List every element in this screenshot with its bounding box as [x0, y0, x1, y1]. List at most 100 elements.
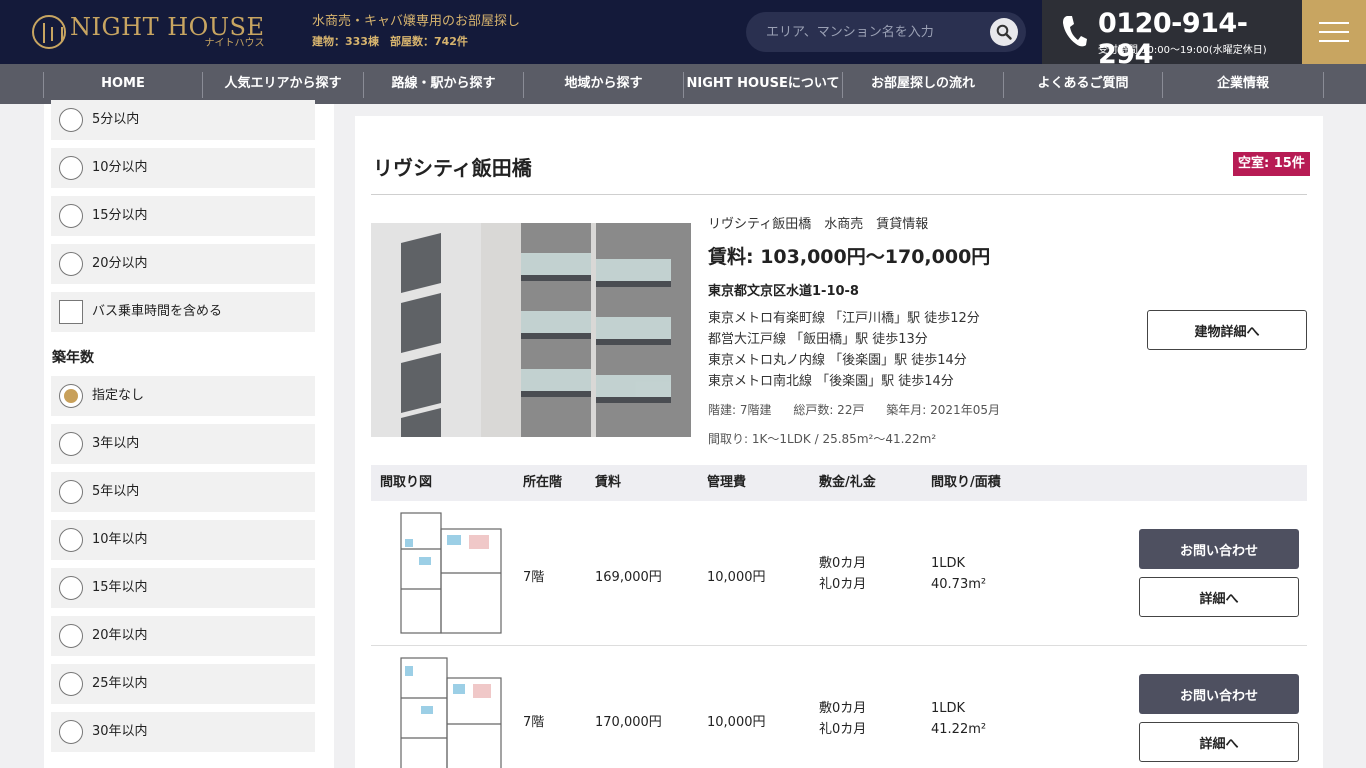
radio-button[interactable]: [59, 720, 83, 744]
radio-button[interactable]: [59, 576, 83, 600]
age-option-20y[interactable]: 20年以内: [51, 616, 315, 656]
phone-contact[interactable]: 0120-914-294 受付時間 10:00～19:00(水曜定休日): [1042, 0, 1302, 70]
tagline: 水商売・キャバ嬢専用のお部屋探し 建物：333棟 部屋数：742件: [312, 13, 520, 50]
key-money: 礼0カ月: [819, 722, 867, 737]
room-floor: 7階: [523, 570, 545, 585]
option-label: 25年以内: [92, 676, 148, 691]
table-row: 7階 169,000円 10,000円 敷0カ月 礼0カ月 1LDK 40.73…: [371, 501, 1307, 646]
building-address: 東京都文京区水道1-10-8: [708, 284, 859, 299]
option-label: 3年以内: [92, 436, 140, 451]
radio-button[interactable]: [59, 156, 83, 180]
nav-lines-stations[interactable]: 路線・駅から探す: [364, 64, 523, 104]
age-option-10y[interactable]: 10年以内: [51, 520, 315, 560]
building-subtitle: リヴシティ飯田橋 水商売 賃貸情報: [708, 217, 929, 232]
inquiry-button[interactable]: お問い合わせ: [1139, 529, 1299, 569]
site-header: NIGHT HOUSE ナイトハウス 水商売・キャバ嬢専用のお部屋探し 建物：3…: [0, 0, 1366, 70]
menu-line-icon: [1319, 22, 1349, 24]
option-label: 30年以内: [92, 724, 148, 739]
age-option-30y[interactable]: 30年以内: [51, 712, 315, 752]
building-name[interactable]: リヴシティ飯田橋: [373, 152, 532, 181]
col-floor: 所在階: [523, 475, 563, 490]
room-detail-button[interactable]: 詳細へ: [1139, 577, 1299, 617]
inquiry-button[interactable]: お問い合わせ: [1139, 674, 1299, 714]
walk-option-20min[interactable]: 20分以内: [51, 244, 315, 284]
logo-mark-icon: [32, 15, 66, 49]
age-option-any[interactable]: 指定なし: [51, 376, 315, 416]
nav-about[interactable]: NIGHT HOUSEについて: [684, 64, 842, 104]
room-detail-button[interactable]: 詳細へ: [1139, 722, 1299, 762]
deposit: 敷0カ月: [819, 556, 867, 571]
radio-button[interactable]: [59, 432, 83, 456]
tagline-text: 水商売・キャバ嬢専用のお部屋探し: [312, 14, 521, 29]
nav-flow[interactable]: お部屋探しの流れ: [843, 64, 1003, 104]
radio-button[interactable]: [59, 528, 83, 552]
menu-line-icon: [1319, 40, 1349, 42]
building-photo[interactable]: [371, 223, 691, 437]
hamburger-menu-button[interactable]: [1302, 0, 1366, 64]
search-input[interactable]: [766, 12, 986, 52]
radio-button[interactable]: [59, 108, 83, 132]
vacancy-badge: 空室: 15件: [1233, 152, 1310, 176]
nav-faq[interactable]: よくあるご質問: [1004, 64, 1162, 104]
option-label: 5年以内: [92, 484, 140, 499]
age-option-5y[interactable]: 5年以内: [51, 472, 315, 512]
phone-number[interactable]: 0120-914-294: [1098, 8, 1302, 70]
age-option-3y[interactable]: 3年以内: [51, 424, 315, 464]
building-detail-button[interactable]: 建物詳細へ: [1147, 310, 1307, 350]
phone-hours: 受付時間 10:00～19:00(水曜定休日): [1098, 45, 1267, 56]
walk-option-5min[interactable]: 5分以内: [51, 100, 315, 140]
option-label: 15分以内: [92, 208, 148, 223]
option-label: 20年以内: [92, 628, 148, 643]
option-label: 10分以内: [92, 160, 148, 175]
table-row: 7階 170,000円 10,000円 敷0カ月 礼0カ月 1LDK 41.22…: [371, 646, 1307, 768]
building-meta: 階建: 7階建 総戸数: 22戸 築年月: 2021年05月: [708, 401, 1018, 418]
radio-button[interactable]: [59, 204, 83, 228]
option-label: 20分以内: [92, 256, 148, 271]
nav-popular-areas[interactable]: 人気エリアから探す: [203, 64, 363, 104]
room-area: 41.22m²: [931, 722, 987, 737]
search-icon: [996, 24, 1012, 40]
col-floorplan: 間取り図: [380, 475, 433, 490]
deposit: 敷0カ月: [819, 701, 867, 716]
radio-button-selected[interactable]: [59, 384, 83, 408]
room-floor: 7階: [523, 715, 545, 730]
col-fee: 管理費: [707, 475, 747, 490]
floorplan-image[interactable]: [383, 509, 507, 637]
room-area: 40.73m²: [931, 577, 987, 592]
radio-button[interactable]: [59, 624, 83, 648]
room-layout: 1LDK: [931, 701, 966, 716]
nav-home[interactable]: HOME: [44, 64, 202, 104]
floors-info: 階建: 7階建: [708, 403, 772, 417]
age-option-15y[interactable]: 15年以内: [51, 568, 315, 608]
built-info: 築年月: 2021年05月: [886, 403, 1000, 417]
search-filter-sidebar: 5分以内 10分以内 15分以内 20分以内 バス乗車時間を含める 築年数 指定…: [44, 100, 334, 768]
bus-time-option[interactable]: バス乗車時間を含める: [51, 292, 315, 332]
nav-company[interactable]: 企業情報: [1163, 64, 1323, 104]
access-line: 東京メトロ南北線 「後楽園」駅 徒歩14分: [708, 374, 954, 389]
access-line: 東京メトロ丸ノ内線 「後楽園」駅 徒歩14分: [708, 353, 967, 368]
room-deposit-keymoney: 敷0カ月 礼0カ月: [819, 553, 866, 595]
radio-button[interactable]: [59, 252, 83, 276]
col-layout-area: 間取り/面積: [931, 475, 1001, 490]
access-line: 都営大江戸線 「飯田橋」駅 徒歩13分: [708, 332, 928, 347]
nav-divider: [1323, 72, 1324, 98]
walk-option-15min[interactable]: 15分以内: [51, 196, 315, 236]
phone-icon: [1063, 16, 1087, 47]
option-label: 15年以内: [92, 580, 148, 595]
room-deposit-keymoney: 敷0カ月 礼0カ月: [819, 698, 866, 740]
logo-text: NIGHT HOUSE: [70, 13, 265, 41]
age-option-25y[interactable]: 25年以内: [51, 664, 315, 704]
site-logo[interactable]: NIGHT HOUSE ナイトハウス: [32, 12, 265, 52]
room-fee: 10,000円: [707, 570, 766, 585]
building-card: リヴシティ飯田橋 空室: 15件 リヴシティ飯田橋 水商売 賃貸情報 賃料: 1…: [355, 116, 1323, 768]
walk-option-10min[interactable]: 10分以内: [51, 148, 315, 188]
radio-button[interactable]: [59, 672, 83, 696]
checkbox[interactable]: [59, 300, 83, 324]
floorplan-image[interactable]: [383, 654, 507, 768]
room-table-header: 間取り図 所在階 賃料 管理費 敷金/礼金 間取り/面積: [371, 465, 1307, 501]
room-layout-area: 1LDK 40.73m²: [931, 553, 986, 595]
radio-button[interactable]: [59, 480, 83, 504]
search-button[interactable]: [990, 18, 1018, 46]
building-illustration: [371, 223, 691, 437]
nav-regions[interactable]: 地域から探す: [524, 64, 683, 104]
